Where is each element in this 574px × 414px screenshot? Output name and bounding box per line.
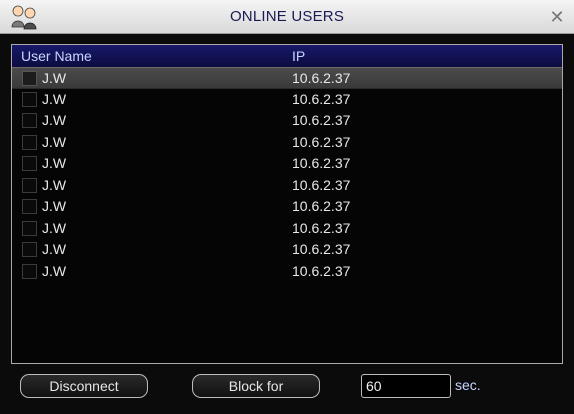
ip-cell: 10.6.2.37 [292,133,351,150]
block-seconds-input[interactable] [361,374,451,398]
ip-cell: 10.6.2.37 [292,198,351,214]
row-checkbox[interactable] [22,199,37,214]
ip-cell: 10.6.2.37 [292,241,351,257]
ip-cell: 10.6.2.37 [292,112,351,128]
row-checkbox[interactable] [22,71,37,86]
row-checkbox[interactable] [22,91,37,107]
table-row[interactable]: J.W 10.6.2.37 [12,218,562,240]
disconnect-button[interactable]: Disconnect [20,374,148,398]
seconds-unit-label: sec. [455,377,481,393]
row-checkbox[interactable] [22,113,37,128]
user-name-cell: J.W [42,133,67,150]
user-name-cell: J.W [42,219,67,236]
table-body: J.W 10.6.2.37 J.W 10.6.2.37 J.W 10.6.2.37 J.W 1… [12,67,562,282]
ip-cell: 10.6.2.37 [292,90,351,107]
table-row[interactable]: J.W 10.6.2.37 [12,261,562,283]
table-row[interactable]: J.W 10.6.2.37 [12,132,562,154]
table-row[interactable]: J.W 10.6.2.37 [12,196,562,218]
ip-cell: 10.6.2.37 [292,155,351,171]
column-header-user-name[interactable]: User Name [21,48,92,64]
table-row[interactable]: J.W 10.6.2.37 [12,175,562,197]
row-checkbox[interactable] [22,220,37,236]
user-name-cell: J.W [42,70,67,86]
table-row[interactable]: J.W 10.6.2.37 [12,153,562,175]
user-name-cell: J.W [42,155,67,171]
table-header: User Name IP [12,45,562,67]
row-checkbox[interactable] [22,263,37,279]
table-row[interactable]: J.W 10.6.2.37 [12,89,562,111]
ip-cell: 10.6.2.37 [292,262,351,279]
column-header-ip[interactable]: IP [292,48,305,64]
block-for-button[interactable]: Block for [192,374,320,398]
ip-cell: 10.6.2.37 [292,70,351,86]
row-checkbox[interactable] [22,177,37,193]
table-row[interactable]: J.W 10.6.2.37 [12,110,562,132]
row-checkbox[interactable] [22,242,37,257]
close-icon[interactable]: ✕ [546,6,568,28]
title-bar: ONLINE USERS ✕ [0,0,574,34]
table-row[interactable]: J.W 10.6.2.37 [12,239,562,261]
row-checkbox[interactable] [22,156,37,171]
user-name-cell: J.W [42,198,67,214]
user-name-cell: J.W [42,112,67,128]
user-name-cell: J.W [42,176,67,193]
ip-cell: 10.6.2.37 [292,219,351,236]
online-users-window: ONLINE USERS ✕ User Name IP J.W 10.6.2.37… [0,0,574,414]
ip-cell: 10.6.2.37 [292,176,351,193]
user-name-cell: J.W [42,241,67,257]
user-name-cell: J.W [42,262,67,279]
table-row[interactable]: J.W 10.6.2.37 [12,67,562,89]
users-list: User Name IP J.W 10.6.2.37 J.W 10.6.2.37 J.W… [11,44,563,364]
window-title: ONLINE USERS [229,8,345,25]
user-name-cell: J.W [42,90,67,107]
row-checkbox[interactable] [22,134,37,150]
